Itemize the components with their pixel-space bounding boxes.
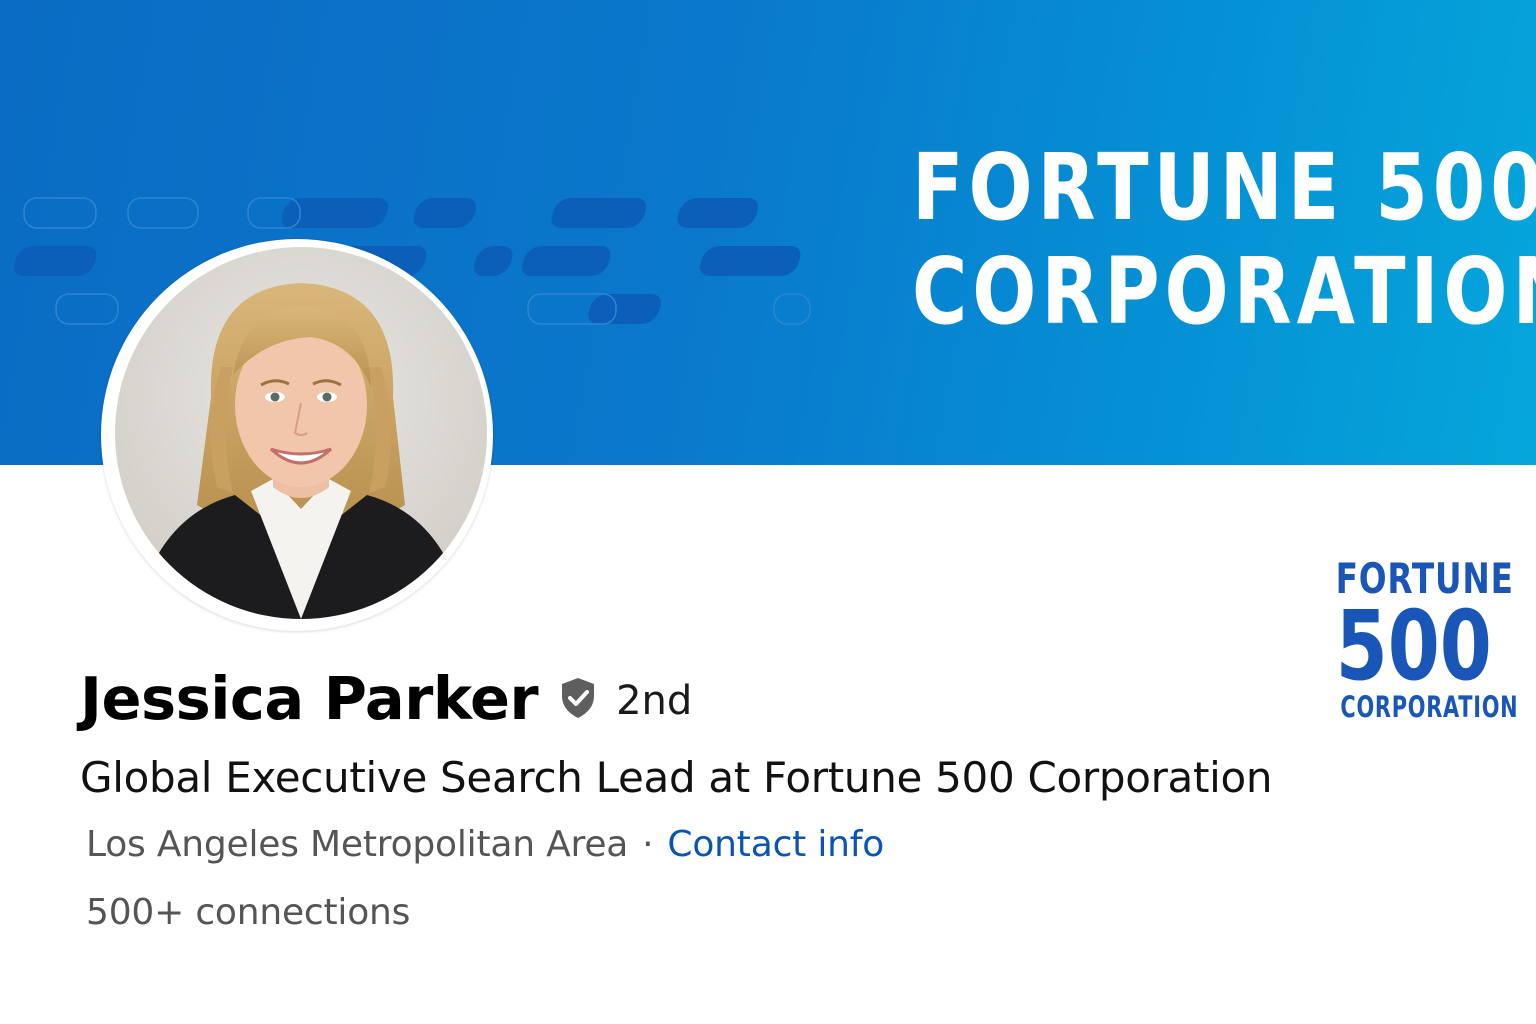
banner-title-line1: FORTUNE 500	[912, 134, 1536, 241]
contact-info-link[interactable]: Contact info	[667, 824, 884, 865]
separator-dot: ·	[642, 824, 654, 865]
company-logo[interactable]: FORTUNE 500 CORPORATION	[1318, 556, 1519, 725]
company-logo-line2: 500	[1335, 590, 1492, 702]
banner-title-line2: CORPORATION	[912, 238, 1536, 345]
profile-avatar[interactable]	[101, 239, 493, 631]
connections-count[interactable]: 500+ connections	[86, 890, 410, 936]
banner-title: FORTUNE 500 CORPORATION	[912, 136, 1536, 344]
location-row: Los Angeles Metropolitan Area · Contact in…	[86, 822, 884, 868]
profile-location: Los Angeles Metropolitan Area	[86, 824, 629, 865]
profile-name: Jessica Parker	[80, 663, 539, 733]
profile-headline: Global Executive Search Lead at Fortune …	[80, 753, 1273, 802]
shield-check-icon[interactable]	[558, 676, 598, 720]
profile-photo	[115, 247, 487, 619]
company-logo-line3: CORPORATION	[1340, 690, 1519, 724]
profile-card: FORTUNE 500 CORPORATION FORTUNE 500 CORP…	[0, 0, 1536, 1024]
name-row: Jessica Parker 2nd	[80, 658, 692, 738]
connection-degree: 2nd	[616, 678, 693, 724]
